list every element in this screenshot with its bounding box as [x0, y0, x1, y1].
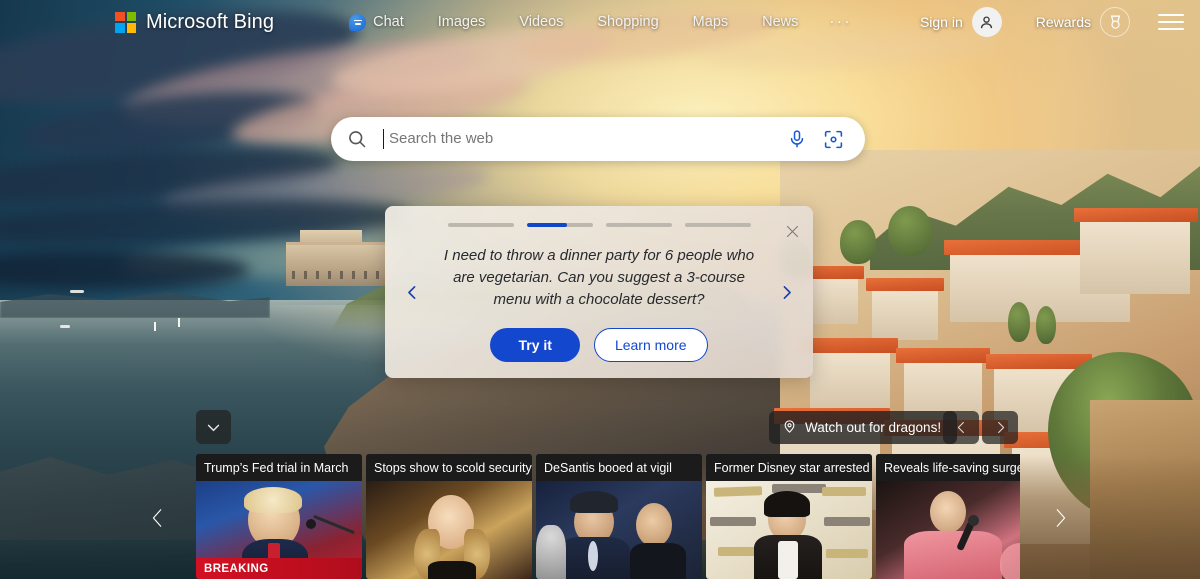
search-bar[interactable]: [331, 117, 865, 161]
medal-icon: [1100, 7, 1130, 37]
progress-bar-4[interactable]: [685, 223, 751, 227]
news-card[interactable]: Reveals life-saving surgery: [876, 454, 1020, 579]
bing-homepage: Microsoft Bing Chat Images Videos Shoppi…: [0, 0, 1200, 579]
news-card-image: BREAKING: [196, 481, 362, 579]
news-card[interactable]: Trump’s Fed trial in March BREAKING: [196, 454, 362, 579]
sailboat: [178, 318, 180, 327]
news-card-image: [366, 481, 532, 579]
nav-item-images[interactable]: Images: [421, 0, 503, 44]
news-card-title: Reveals life-saving surgery: [876, 454, 1020, 481]
search-actions: [785, 127, 865, 151]
magnifier-icon: [331, 129, 383, 149]
location-badge[interactable]: Watch out for dragons!: [769, 411, 957, 444]
header-actions: Sign in Rewards: [914, 7, 1184, 37]
rewards-button[interactable]: Rewards: [1030, 7, 1136, 37]
location-pin-icon: [782, 419, 797, 437]
news-card-image: [706, 481, 872, 579]
news-carousel: Trump’s Fed trial in March BREAKING Stop…: [196, 454, 1020, 579]
nav-item-videos[interactable]: Videos: [502, 0, 580, 44]
top-navigation-bar: Microsoft Bing Chat Images Videos Shoppi…: [0, 0, 1200, 44]
try-it-button[interactable]: Try it: [490, 328, 579, 362]
visual-search-camera-icon[interactable]: [821, 127, 845, 151]
learn-more-button[interactable]: Learn more: [594, 328, 708, 362]
news-card-title: DeSantis booed at vigil: [536, 454, 702, 481]
news-card-title: Former Disney star arrested: [706, 454, 872, 481]
nav-item-news[interactable]: News: [745, 0, 815, 44]
progress-bar-3[interactable]: [606, 223, 672, 227]
boat: [70, 290, 84, 293]
carousel-progress: [448, 223, 751, 227]
nav-item-chat[interactable]: Chat: [332, 0, 421, 44]
progress-bar-1[interactable]: [448, 223, 514, 227]
nav-item-maps[interactable]: Maps: [676, 0, 745, 44]
sign-in-button[interactable]: Sign in: [914, 7, 1008, 37]
logo-text: Microsoft Bing: [146, 11, 274, 34]
news-card[interactable]: Stops show to scold security: [366, 454, 532, 579]
suggestion-prompt-text: I need to throw a dinner party for 6 peo…: [441, 245, 757, 312]
hamburger-menu-icon[interactable]: [1158, 9, 1184, 35]
news-card-image: [876, 481, 1020, 579]
nav-item-shopping[interactable]: Shopping: [580, 0, 675, 44]
microphone-icon[interactable]: [785, 127, 809, 151]
rewards-label: Rewards: [1036, 14, 1091, 30]
microsoft-logo-icon: [115, 12, 136, 33]
primary-nav: Chat Images Videos Shopping Maps News ··…: [332, 0, 866, 44]
fortress-building: [286, 242, 394, 286]
image-next-button[interactable]: [982, 411, 1018, 444]
news-card-title: Stops show to scold security: [366, 454, 532, 481]
chevron-left-icon[interactable]: [399, 279, 425, 305]
news-strip-next-button[interactable]: [1040, 488, 1080, 548]
sailboat: [154, 322, 156, 331]
news-card-image: [536, 481, 702, 579]
chevron-right-icon[interactable]: [773, 279, 799, 305]
person-avatar-icon: [972, 7, 1002, 37]
breaking-badge: BREAKING: [196, 558, 362, 579]
nav-label: Chat: [373, 0, 404, 44]
chat-bubble-icon: [349, 14, 366, 31]
image-prev-button[interactable]: [943, 411, 979, 444]
chevron-down-icon[interactable]: [196, 410, 231, 444]
news-card[interactable]: DeSantis booed at vigil: [536, 454, 702, 579]
search-input[interactable]: [383, 129, 785, 149]
progress-bar-2[interactable]: [527, 223, 593, 227]
promo-buttons: Try it Learn more: [490, 328, 707, 362]
news-strip-prev-button[interactable]: [138, 488, 178, 548]
chat-suggestion-card: I need to throw a dinner party for 6 peo…: [385, 206, 813, 378]
bing-logo[interactable]: Microsoft Bing: [115, 11, 274, 34]
nav-overflow-icon[interactable]: ···: [815, 0, 866, 44]
boat: [60, 325, 70, 328]
location-badge-label: Watch out for dragons!: [805, 420, 941, 435]
sign-in-label: Sign in: [920, 14, 963, 30]
news-card-title: Trump’s Fed trial in March: [196, 454, 362, 481]
close-x-icon[interactable]: [783, 222, 801, 240]
news-card[interactable]: Former Disney star arrested: [706, 454, 872, 579]
